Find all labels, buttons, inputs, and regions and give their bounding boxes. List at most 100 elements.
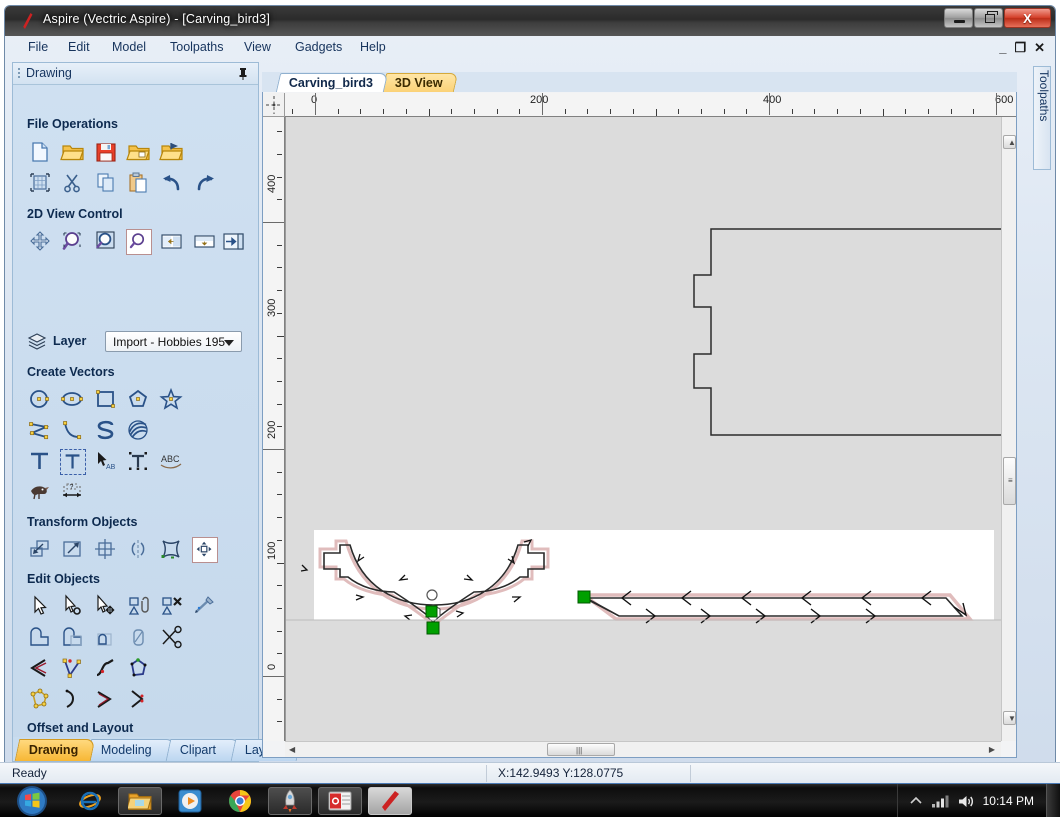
node-tools-icon[interactable] <box>60 656 86 682</box>
menu-model[interactable]: Model <box>105 39 153 57</box>
draw-spiral-icon[interactable] <box>126 418 152 444</box>
span-arc-icon[interactable] <box>93 687 119 713</box>
media-player-icon[interactable] <box>168 787 212 815</box>
design-canvas[interactable] <box>285 117 1001 741</box>
text-arc-icon[interactable]: ABC <box>159 449 185 475</box>
auto-layout-text-icon[interactable] <box>126 449 152 475</box>
minimize-button[interactable] <box>944 8 973 28</box>
fillet-icon[interactable] <box>126 625 152 651</box>
open-recent-icon[interactable] <box>126 139 152 165</box>
trim-vectors-icon[interactable] <box>93 625 119 651</box>
close-button[interactable]: X <box>1004 8 1051 28</box>
h-scroll-thumb[interactable]: ||| <box>547 743 615 756</box>
internet-explorer-icon[interactable] <box>68 787 112 815</box>
draw-polyline-icon[interactable] <box>27 418 53 444</box>
aspire-taskbar-icon[interactable] <box>368 787 412 815</box>
layer-dropdown[interactable]: Import - Hobbies 195 <box>105 331 242 352</box>
draw-circle-icon[interactable] <box>27 387 53 413</box>
draw-curve-icon[interactable] <box>60 418 86 444</box>
new-file-icon[interactable] <box>27 139 53 165</box>
paste-icon[interactable] <box>126 170 152 196</box>
ruler-origin-corner[interactable] <box>263 93 285 117</box>
outlook-icon[interactable] <box>318 787 362 815</box>
panel-tab-drawing[interactable]: Drawing <box>14 739 96 761</box>
network-signal-icon[interactable] <box>931 794 949 808</box>
canvas-vertical-scrollbar[interactable]: ▲ ≡ ▼ <box>1001 117 1016 741</box>
h-scroll-right-button[interactable]: ▶ <box>989 745 995 754</box>
volume-icon[interactable] <box>958 794 974 809</box>
mdi-minimize-button[interactable]: _ <box>999 41 1006 54</box>
create-text-icon[interactable] <box>27 449 53 475</box>
rotate-objects-icon[interactable] <box>93 537 119 563</box>
document-tab-carving-bird3[interactable]: Carving_bird3 <box>275 73 389 92</box>
span-bezier-icon[interactable] <box>126 687 152 713</box>
import-vectors-icon[interactable] <box>159 139 185 165</box>
move-node-icon[interactable] <box>93 594 119 620</box>
zoom-interactive-icon[interactable] <box>60 229 86 255</box>
v-scroll-down-button[interactable]: ▼ <box>1003 711 1016 725</box>
nodes-round-icon[interactable] <box>27 687 53 713</box>
canvas-horizontal-scrollbar[interactable]: ◀ ||| ▶ <box>285 741 1001 757</box>
zoom-selected-icon[interactable] <box>126 229 152 255</box>
zoom-extents-icon[interactable] <box>93 229 119 255</box>
distort-objects-icon[interactable] <box>159 537 185 563</box>
taskbar-clock[interactable]: 10:14 PM <box>983 794 1034 808</box>
draw-sshape-icon[interactable] <box>93 418 119 444</box>
document-tab-3d-view[interactable]: 3D View <box>381 73 459 92</box>
save-file-icon[interactable] <box>93 139 119 165</box>
menu-gadgets[interactable]: Gadgets <box>288 39 349 57</box>
draw-rectangle-icon[interactable] <box>93 387 119 413</box>
menu-view[interactable]: View <box>237 39 278 57</box>
trace-bitmap-icon[interactable] <box>27 480 53 506</box>
zoom-drawing-icon[interactable] <box>192 229 218 255</box>
node-edit-icon[interactable] <box>60 594 86 620</box>
v-scroll-thumb[interactable]: ≡ <box>1003 457 1016 505</box>
pin-icon[interactable] <box>237 67 249 81</box>
draw-polygon-icon[interactable] <box>126 387 152 413</box>
ungroup-objects-icon[interactable] <box>159 594 185 620</box>
mirror-objects-icon[interactable] <box>126 537 152 563</box>
panel-tab-modeling[interactable]: Modeling <box>86 739 176 761</box>
cut-icon[interactable] <box>60 170 86 196</box>
join-vectors-icon[interactable] <box>192 594 218 620</box>
panel-tab-clipart[interactable]: Clipart <box>165 739 241 761</box>
group-objects-icon[interactable] <box>126 594 152 620</box>
undo-icon[interactable] <box>159 170 185 196</box>
span-convert-icon[interactable] <box>60 687 86 713</box>
text-on-curve-icon[interactable]: AB <box>93 449 119 475</box>
move-objects-icon[interactable] <box>27 537 53 563</box>
job-setup-icon[interactable] <box>27 170 53 196</box>
close-vector-icon[interactable] <box>126 656 152 682</box>
menu-toolpaths[interactable]: Toolpaths <box>163 39 231 57</box>
pan-view-icon[interactable] <box>27 229 53 255</box>
scissors-cut-icon[interactable] <box>159 625 185 651</box>
v-scroll-up-button[interactable]: ▲ <box>1003 135 1016 149</box>
weld-vectors-icon[interactable] <box>27 625 53 651</box>
mdi-restore-button[interactable]: ❐ <box>1014 41 1026 54</box>
text-in-box-icon[interactable] <box>60 449 86 475</box>
chevron-up-icon[interactable] <box>910 796 922 806</box>
open-file-icon[interactable] <box>60 139 86 165</box>
chrome-icon[interactable] <box>218 787 262 815</box>
menu-edit[interactable]: Edit <box>61 39 97 57</box>
restore-button[interactable] <box>974 8 1003 28</box>
open-close-span-icon[interactable] <box>27 656 53 682</box>
toolpaths-side-tab[interactable]: Toolpaths <box>1033 66 1051 170</box>
menu-file[interactable]: File <box>21 39 55 57</box>
subtract-vectors-icon[interactable] <box>60 625 86 651</box>
copy-icon[interactable] <box>93 170 119 196</box>
scale-objects-icon[interactable] <box>60 537 86 563</box>
redo-icon[interactable] <box>192 170 218 196</box>
draw-ellipse-icon[interactable] <box>60 387 86 413</box>
zoom-box-icon[interactable] <box>159 229 185 255</box>
rocket-launcher-icon[interactable] <box>268 787 312 815</box>
select-arrow-icon[interactable] <box>27 594 53 620</box>
windows-start-orb-icon[interactable] <box>10 785 54 817</box>
draw-star-icon[interactable] <box>159 387 185 413</box>
dimension-icon[interactable]: ? <box>60 480 86 506</box>
file-explorer-icon[interactable] <box>118 787 162 815</box>
curve-fit-icon[interactable] <box>93 656 119 682</box>
mdi-close-button[interactable]: ✕ <box>1034 41 1045 54</box>
show-desktop-button[interactable] <box>1046 784 1060 817</box>
h-scroll-left-button[interactable]: ◀ <box>289 745 295 754</box>
